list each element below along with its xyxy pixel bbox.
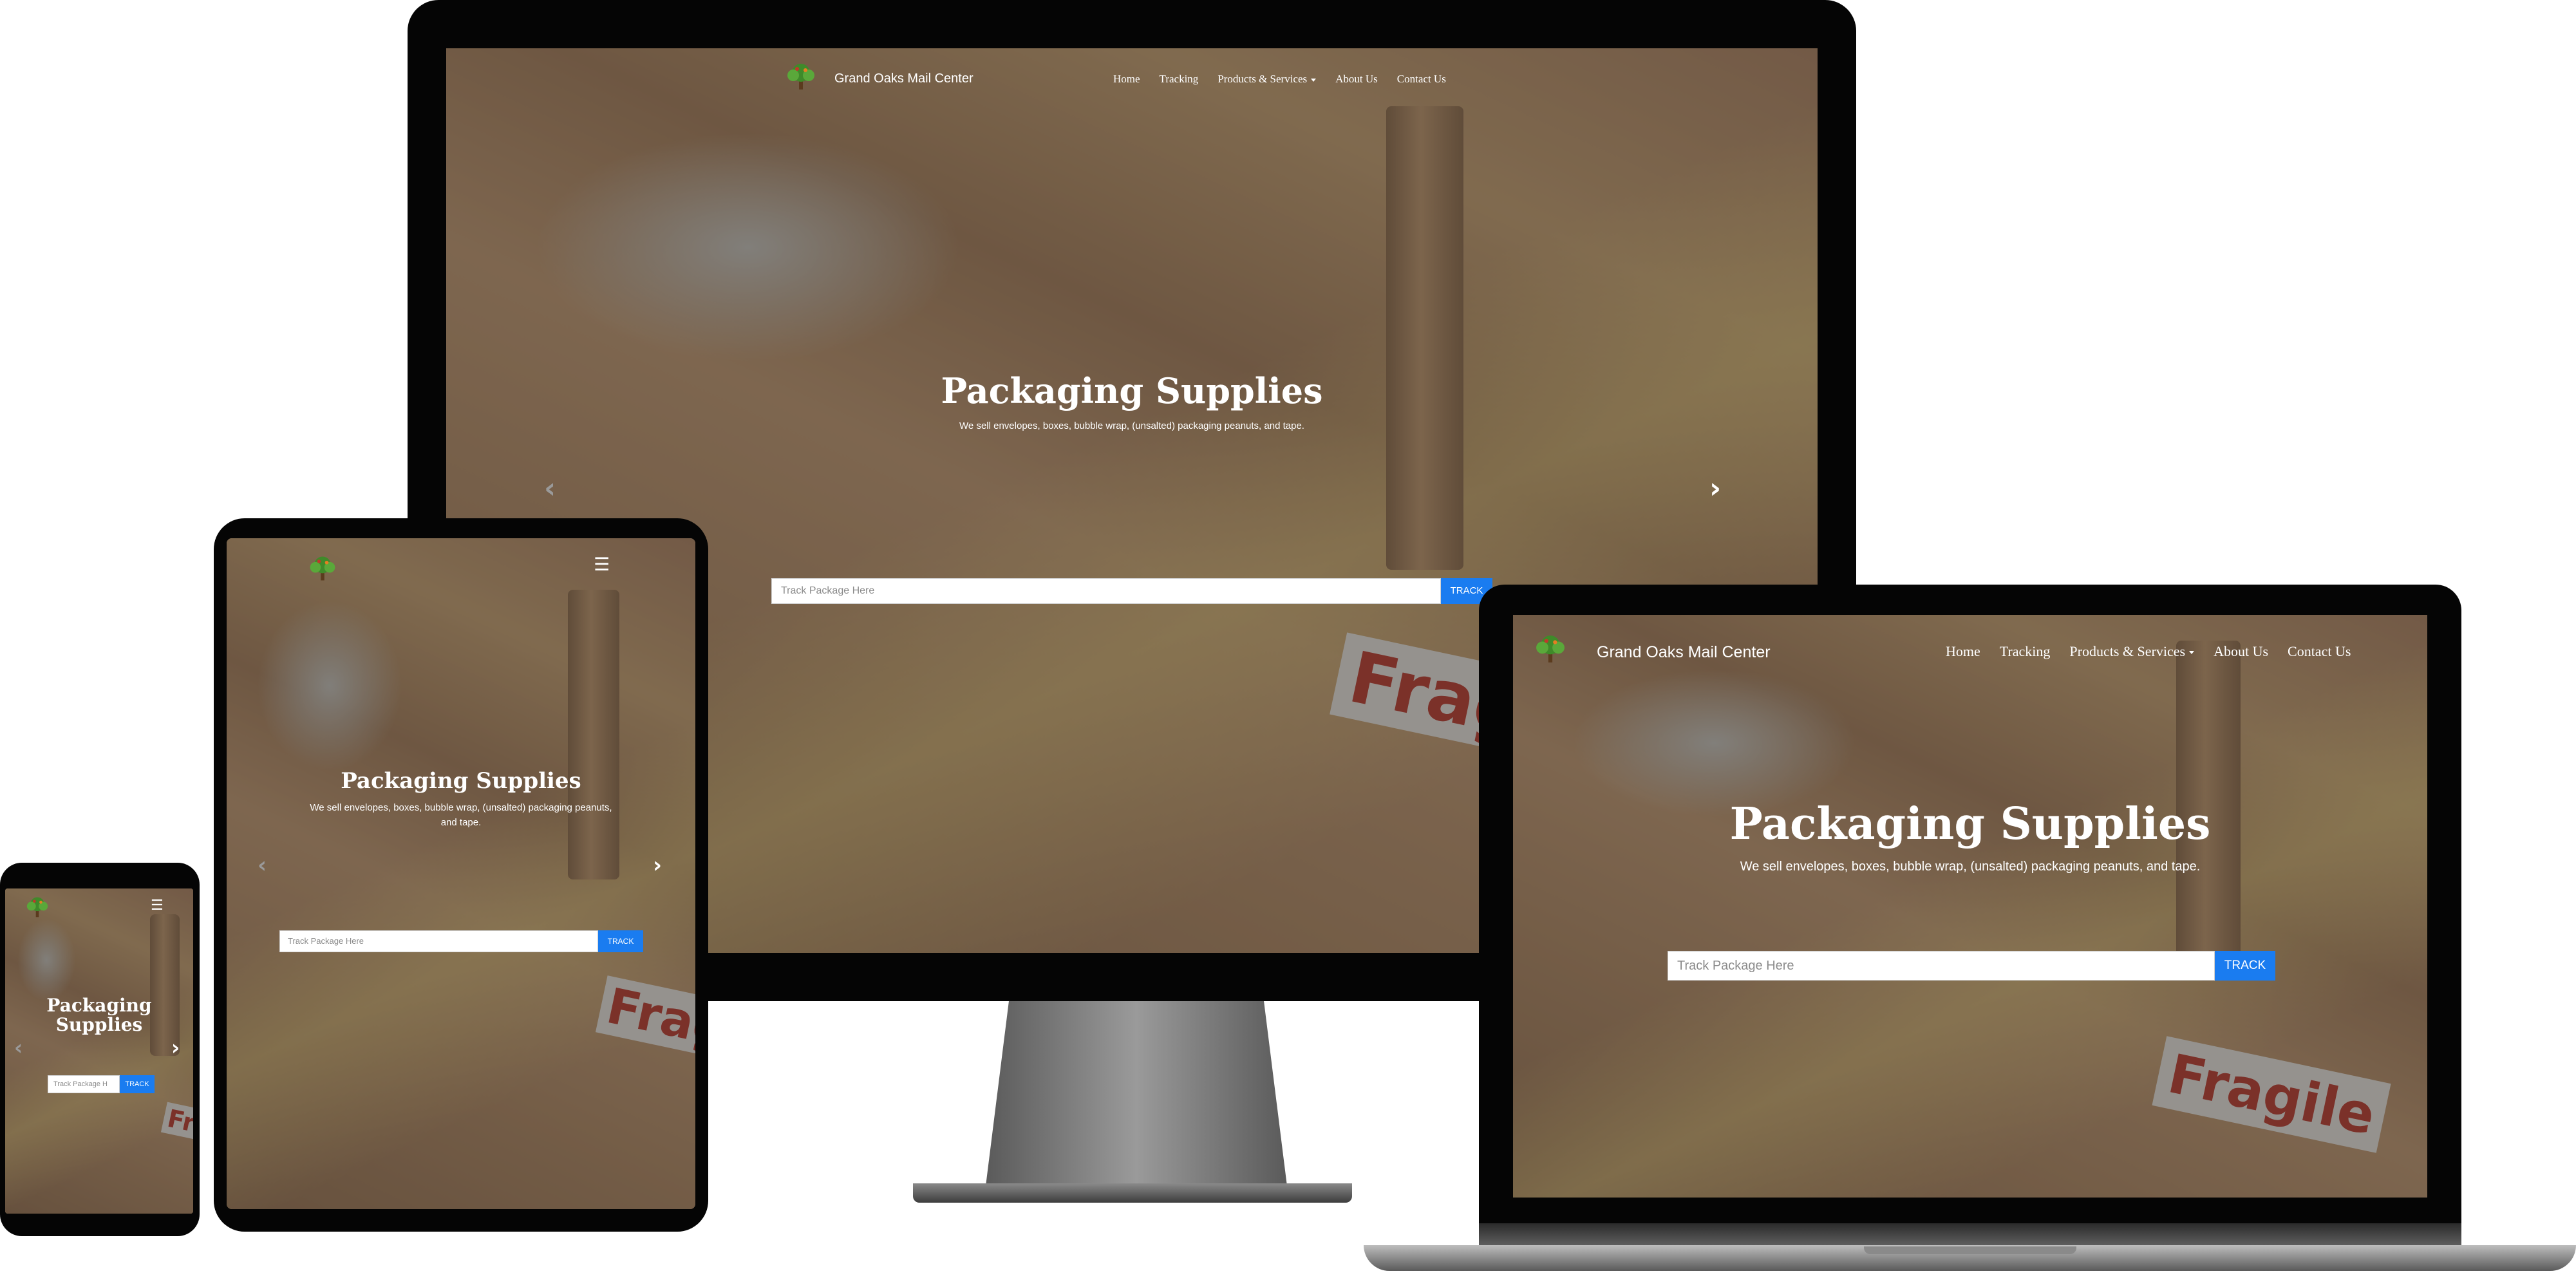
tree-logo-icon: [1536, 635, 1565, 662]
monitor-stand-neck: [985, 998, 1288, 1191]
chevron-down-icon: [2189, 651, 2195, 655]
brand-name[interactable]: Grand Oaks Mail Center: [834, 71, 973, 86]
hamburger-menu-icon[interactable]: ☰: [594, 554, 610, 575]
tree-logo-icon: [787, 64, 814, 89]
tablet-hero-subtitle-line2: and tape.: [440, 817, 482, 828]
nav-products-dropdown[interactable]: Products & Services: [2069, 643, 2195, 660]
chevron-right-icon[interactable]: ›: [171, 1035, 180, 1060]
phone-hero-overlay: [5, 888, 193, 1214]
nav-tracking-link[interactable]: Tracking: [1160, 73, 1199, 86]
nav-about-link[interactable]: About Us: [2214, 643, 2268, 660]
brand-name[interactable]: Grand Oaks Mail Center: [1597, 643, 1771, 662]
main-nav: Home Tracking Products & Services About …: [1113, 73, 1446, 86]
laptop-hero-overlay: [1513, 615, 2427, 1198]
track-button[interactable]: TRACK: [2215, 951, 2275, 981]
phone-track-input[interactable]: Track Package H: [48, 1075, 120, 1093]
phone-track-button[interactable]: TRACK: [120, 1075, 155, 1093]
phone-hero-title-line1: Packaging: [46, 995, 152, 1016]
hero-title: Packaging Supplies: [941, 370, 1323, 411]
chevron-left-icon[interactable]: ‹: [14, 1035, 23, 1060]
nav-contact-link[interactable]: Contact Us: [1397, 73, 1446, 86]
hero-subtitle: We sell envelopes, boxes, bubble wrap, (…: [959, 420, 1304, 431]
laptop-hinge: [1479, 1223, 2461, 1245]
nav-products-label: Products & Services: [1217, 73, 1308, 85]
tablet-hero-overlay: [227, 538, 695, 1209]
tablet-track-input[interactable]: Track Package Here: [279, 930, 598, 952]
nav-tracking-link[interactable]: Tracking: [2000, 643, 2051, 660]
nav-home-link[interactable]: Home: [1113, 73, 1140, 86]
phone-screen: Fr ☰ Packaging Supplies ‹ › Track Packag…: [5, 888, 193, 1214]
chevron-down-icon: [1311, 78, 1317, 82]
tree-logo-icon: [310, 556, 335, 581]
monitor-stand-base: [913, 1183, 1352, 1203]
nav-products-dropdown[interactable]: Products & Services: [1217, 73, 1317, 86]
tablet-screen: Frag ☰ Packaging Supplies We sell envelo…: [227, 538, 695, 1209]
laptop-screen: Fragile Grand Oaks Mail Center Home Trac…: [1513, 615, 2427, 1198]
track-package-input[interactable]: Track Package Here: [1668, 951, 2215, 981]
tree-logo-icon: [26, 897, 48, 917]
chevron-left-icon[interactable]: ‹: [544, 472, 556, 505]
main-nav: Home Tracking Products & Services About …: [1946, 643, 2351, 660]
tablet-track-button[interactable]: TRACK: [598, 930, 643, 952]
hamburger-menu-icon[interactable]: ☰: [151, 897, 164, 914]
tablet-hero-subtitle-line1: We sell envelopes, boxes, bubble wrap, (…: [310, 802, 612, 813]
phone-hero-title-line2: Supplies: [55, 1014, 143, 1035]
nav-products-label: Products & Services: [2069, 643, 2186, 659]
tablet-hero-title: Packaging Supplies: [341, 768, 581, 794]
chevron-right-icon[interactable]: ›: [653, 852, 662, 878]
hero-subtitle: We sell envelopes, boxes, bubble wrap, (…: [1740, 860, 2201, 874]
hero-title: Packaging Supplies: [1729, 798, 2211, 850]
laptop-trackpad-notch: [1864, 1246, 2076, 1254]
chevron-left-icon[interactable]: ‹: [258, 852, 267, 878]
nav-about-link[interactable]: About Us: [1335, 73, 1378, 86]
nav-home-link[interactable]: Home: [1946, 643, 1980, 660]
chevron-right-icon[interactable]: ›: [1709, 472, 1721, 505]
nav-contact-link[interactable]: Contact Us: [2288, 643, 2351, 660]
track-package-input[interactable]: Track Package Here: [771, 578, 1441, 604]
